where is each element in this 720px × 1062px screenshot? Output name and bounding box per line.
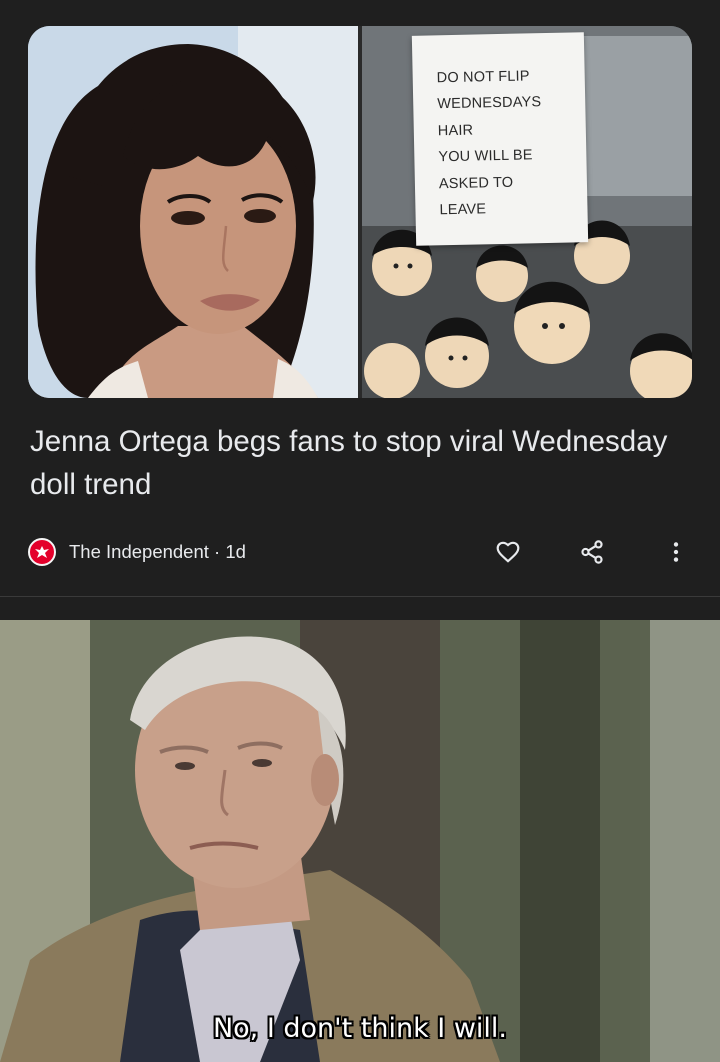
sign-line: LEAVE: [439, 201, 487, 219]
store-sign-photo: DO NOT FLIP WEDNESDAYS HAIR YOU WILL BE …: [362, 26, 692, 398]
publisher-row[interactable]: The Independent · 1d: [28, 536, 246, 568]
more-options-button[interactable]: [658, 534, 694, 570]
sign-line: HAIR: [437, 122, 474, 140]
portrait-photo: [28, 26, 358, 398]
more-vert-icon: [673, 542, 679, 562]
sign-line: DO NOT FLIP: [436, 68, 530, 87]
meme-caption: No, I don't think I will.: [212, 1013, 508, 1044]
like-button[interactable]: [490, 534, 526, 570]
card-separator: [0, 596, 720, 597]
article-hero-image[interactable]: DO NOT FLIP WEDNESDAYS HAIR YOU WILL BE …: [28, 26, 692, 398]
do-not-flip-sign: DO NOT FLIP WEDNESDAYS HAIR YOU WILL BE …: [411, 32, 589, 246]
share-icon: [581, 540, 603, 564]
share-button[interactable]: [574, 534, 610, 570]
publisher-line: The Independent · 1d: [69, 541, 246, 562]
sign-line: YOU WILL BE: [438, 147, 533, 166]
news-card[interactable]: DO NOT FLIP WEDNESDAYS HAIR YOU WILL BE …: [0, 0, 720, 597]
eagle-icon: [28, 538, 56, 566]
article-headline[interactable]: Jenna Ortega begs fans to stop viral Wed…: [30, 420, 670, 506]
sign-line: WEDNESDAYS: [437, 94, 542, 113]
sign-line: ASKED TO: [438, 174, 514, 192]
heart-icon: [496, 541, 520, 563]
meme-image: No, I don't think I will.: [0, 620, 720, 1062]
